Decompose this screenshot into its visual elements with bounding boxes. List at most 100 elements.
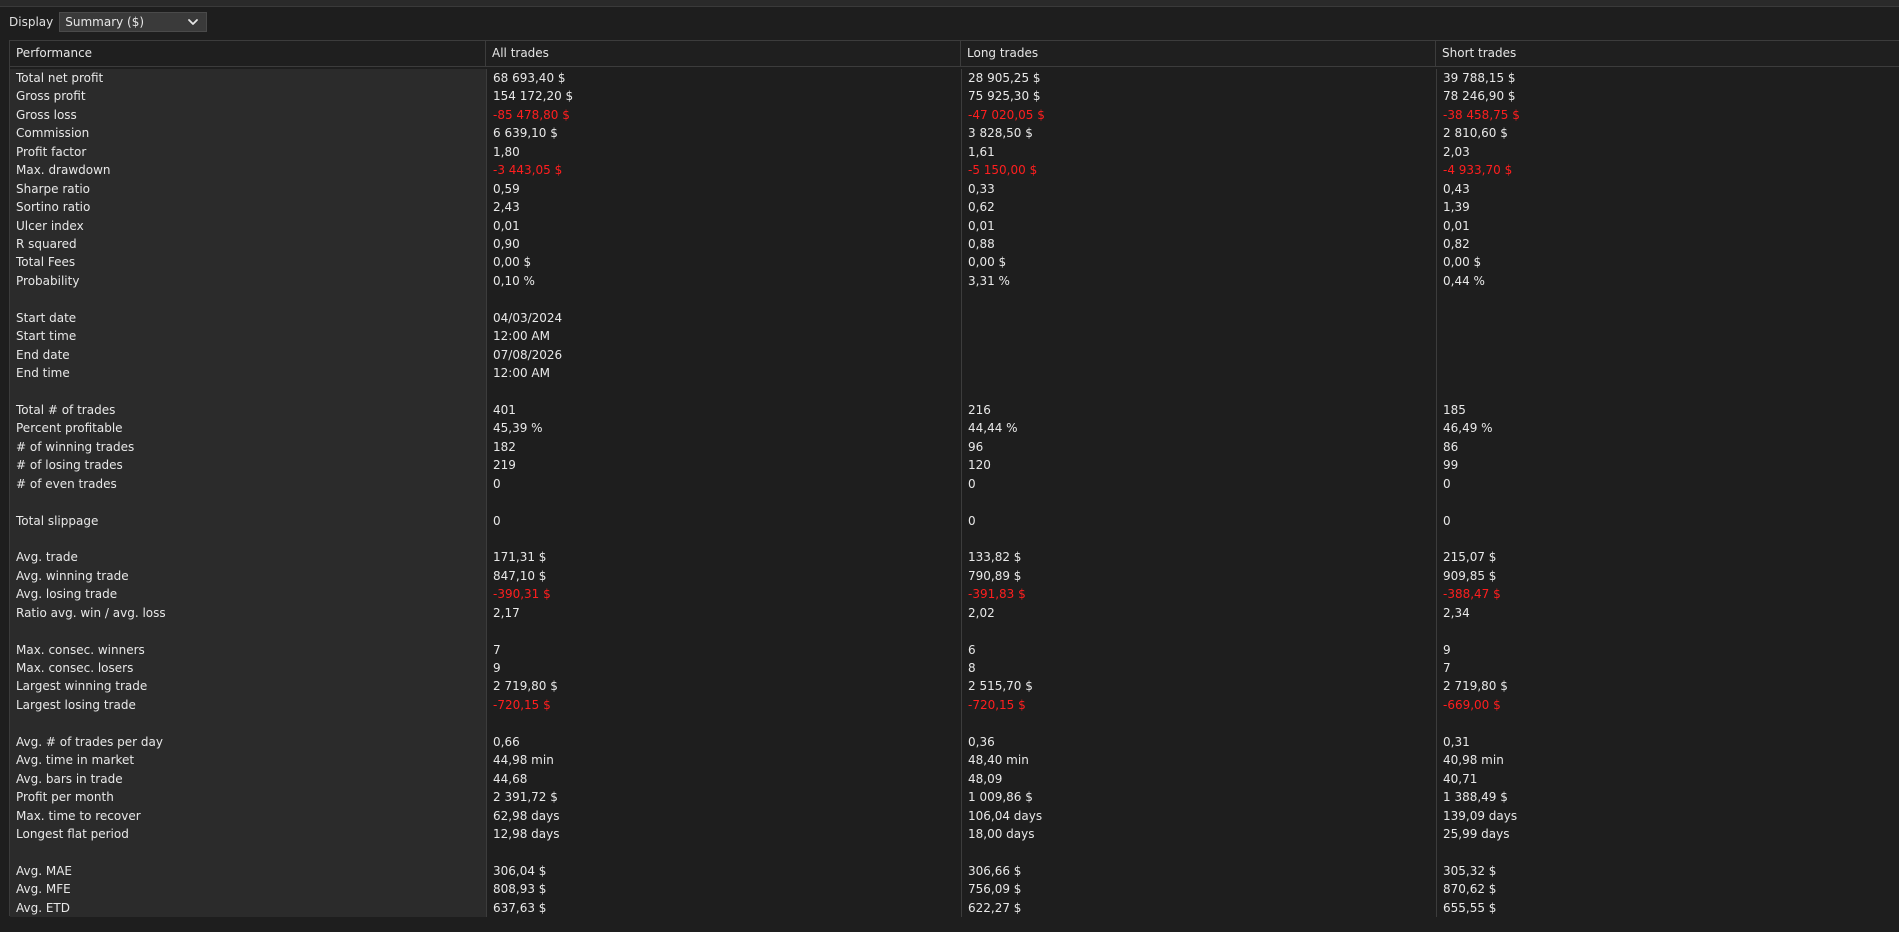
row-label: Avg. ETD	[16, 900, 71, 915]
short-trades-value: 909,85 $	[1443, 568, 1497, 583]
row-label	[16, 493, 486, 511]
long-trades-value: -391,83 $	[968, 587, 1026, 602]
short-trades-value	[1443, 622, 1899, 640]
short-trades-value: 99	[1443, 458, 1459, 473]
short-trades-value: 0,43	[1443, 181, 1470, 196]
long-trades-value: 0,33	[968, 181, 995, 196]
all-trades-value: 0,66	[493, 734, 520, 749]
short-trades-value: 215,07 $	[1443, 550, 1497, 565]
row-label: Gross profit	[16, 89, 86, 104]
row-label: Max. drawdown	[16, 163, 111, 178]
all-trades-value: 68 693,40 $	[493, 71, 566, 85]
all-trades-value: 0	[493, 476, 501, 491]
short-trades-value: 0	[1443, 476, 1451, 491]
short-trades-value: 1 388,49 $	[1443, 790, 1508, 805]
short-trades-value: 185	[1443, 402, 1466, 417]
column-long-trades: 28 905,25 $ 75 925,30 $ -47 020,05 $ 3 828,…	[961, 69, 1436, 918]
long-trades-value: 28 905,25 $	[968, 71, 1041, 85]
all-trades-value: 12,98 days	[493, 826, 560, 841]
long-trades-value: 0,01	[968, 218, 995, 233]
row-label: End date	[16, 347, 70, 362]
long-trades-value: 96	[968, 439, 984, 454]
row-label: R squared	[16, 236, 77, 251]
short-trades-value: 2,03	[1443, 144, 1470, 159]
all-trades-value: 154 172,20 $	[493, 89, 574, 104]
long-trades-value	[968, 622, 1436, 640]
all-trades-value	[493, 622, 961, 640]
short-trades-value: 0,44 %	[1443, 273, 1485, 288]
long-trades-value: 790,89 $	[968, 568, 1022, 583]
long-trades-value: 6	[968, 642, 976, 657]
row-label	[16, 530, 486, 548]
row-label: Avg. MFE	[16, 882, 71, 897]
row-label: Avg. winning trade	[16, 568, 129, 583]
all-trades-value: 0,00 $	[493, 255, 532, 270]
short-trades-value: 25,99 days	[1443, 826, 1510, 841]
all-trades-value: 2,43	[493, 200, 520, 215]
bottom-strip	[0, 917, 1899, 932]
row-label: Avg. time in market	[16, 753, 135, 768]
header-short-trades[interactable]: Short trades	[1436, 41, 1899, 66]
long-trades-value: 756,09 $	[968, 882, 1022, 897]
short-trades-value: 2 810,60 $	[1443, 126, 1508, 141]
short-trades-value: 2 719,80 $	[1443, 679, 1508, 694]
short-trades-value	[1443, 530, 1899, 548]
row-label: Gross loss	[16, 107, 77, 122]
short-trades-value: 46,49 %	[1443, 421, 1493, 436]
row-label: Total net profit	[16, 71, 104, 85]
all-trades-value: 04/03/2024	[493, 310, 563, 325]
all-trades-value: -85 478,80 $	[493, 107, 570, 122]
display-label: Display	[9, 15, 54, 29]
header-long-trades[interactable]: Long trades	[961, 41, 1436, 66]
long-trades-value: 8	[968, 661, 976, 675]
all-trades-value: 808,93 $	[493, 882, 547, 897]
short-trades-value: 0,82	[1443, 236, 1470, 251]
all-trades-value: 2 719,80 $	[493, 679, 558, 694]
performance-grid: Performance All trades Long trades Short…	[9, 40, 1899, 918]
row-label	[16, 622, 486, 640]
row-label	[16, 290, 486, 308]
long-trades-value: 48,40 min	[968, 753, 1029, 768]
header-all-trades[interactable]: All trades	[486, 41, 961, 66]
short-trades-value: 40,98 min	[1443, 753, 1504, 768]
short-trades-value: 40,71	[1443, 771, 1478, 786]
all-trades-value: 182	[493, 439, 516, 454]
all-trades-value: 1,80	[493, 144, 520, 159]
all-trades-value: 637,63 $	[493, 900, 547, 915]
all-trades-value	[493, 530, 961, 548]
short-trades-value: 86	[1443, 439, 1459, 454]
long-trades-value: 48,09	[968, 771, 1003, 786]
all-trades-value	[493, 714, 961, 732]
long-trades-value	[968, 327, 1436, 345]
long-trades-value: 44,44 %	[968, 421, 1018, 436]
row-label: Max. consec. winners	[16, 642, 145, 657]
long-trades-value	[968, 714, 1436, 732]
row-label: Profit factor	[16, 144, 87, 159]
all-trades-value: 7	[493, 642, 501, 657]
all-trades-value: 0,01	[493, 218, 520, 233]
display-select[interactable]: Summary ($)	[59, 12, 208, 32]
short-trades-value: 0,31	[1443, 734, 1470, 749]
long-trades-value: 216	[968, 402, 991, 417]
short-trades-value: -388,47 $	[1443, 587, 1501, 602]
all-trades-value: 306,04 $	[493, 863, 547, 878]
short-trades-value: 0,00 $	[1443, 255, 1482, 270]
all-trades-value: 12:00 AM	[493, 329, 550, 344]
row-label: Start time	[16, 329, 77, 344]
chevron-down-icon	[188, 19, 199, 25]
short-trades-value	[1443, 327, 1899, 345]
row-label: End time	[16, 366, 70, 380]
long-trades-value: -720,15 $	[968, 697, 1026, 712]
long-trades-value: 0	[968, 513, 976, 528]
long-trades-value: 106,04 days	[968, 808, 1043, 823]
row-label: Start date	[16, 310, 77, 325]
long-trades-value: 75 925,30 $	[968, 89, 1041, 104]
short-trades-value: -38 458,75 $	[1443, 107, 1520, 122]
all-trades-value: 847,10 $	[493, 568, 547, 583]
header-performance[interactable]: Performance	[10, 41, 486, 66]
all-trades-value: 2 391,72 $	[493, 790, 558, 805]
row-label: Avg. losing trade	[16, 587, 118, 602]
long-trades-value: 306,66 $	[968, 863, 1022, 878]
all-trades-value: -390,31 $	[493, 587, 551, 602]
row-label: Avg. bars in trade	[16, 771, 123, 786]
